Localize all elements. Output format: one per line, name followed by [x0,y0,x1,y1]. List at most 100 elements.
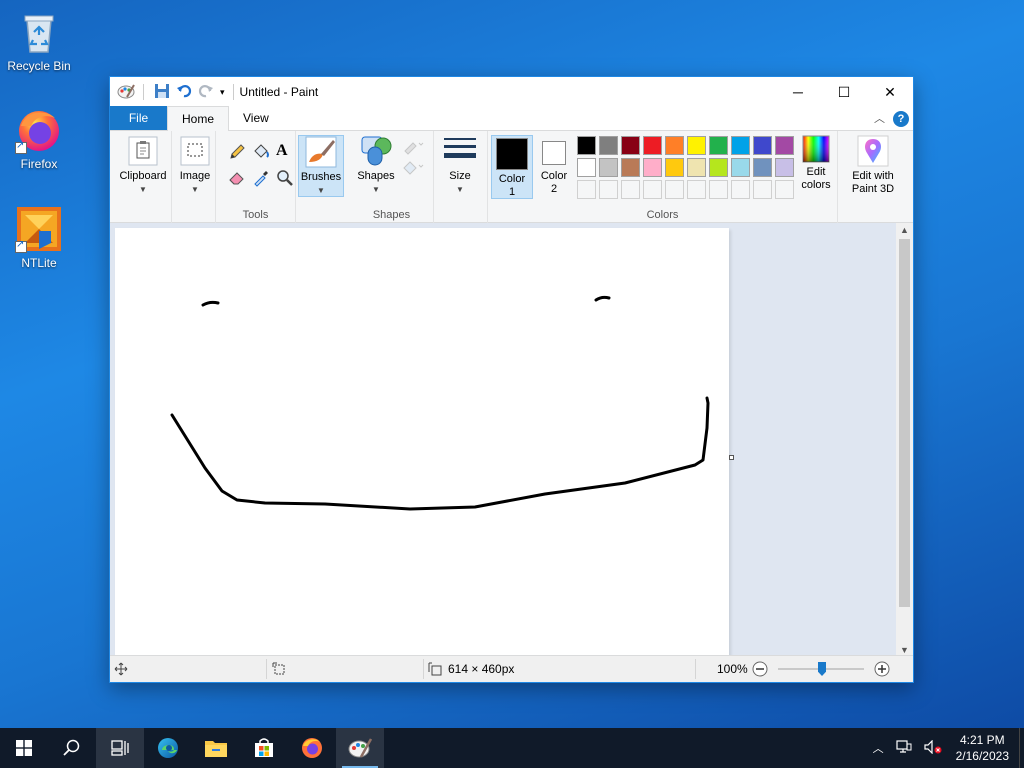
volume-muted-icon[interactable] [918,739,948,757]
zoom-out-button[interactable] [752,656,768,682]
taskbar-firefox[interactable] [288,728,336,768]
task-view-button[interactable] [96,728,144,768]
edit-colors-button[interactable]: Edit colors [796,135,836,199]
color1-swatch [496,138,528,170]
color-swatch[interactable] [599,136,618,155]
color-swatch[interactable] [599,158,618,177]
tab-home[interactable]: Home [167,106,230,131]
group-colors: Color 1 Color 2 Edit colors Colors [488,131,838,223]
custom-color-slot[interactable] [665,180,684,199]
color-swatch[interactable] [753,136,772,155]
drawing-canvas[interactable] [115,228,729,657]
pencil-icon[interactable] [228,143,246,161]
save-icon[interactable] [154,83,170,102]
brushes-button[interactable]: Brushes ▼ [298,135,344,197]
zoom-slider[interactable] [778,656,864,682]
color-swatch[interactable] [577,158,596,177]
taskbar-store[interactable] [240,728,288,768]
color-swatch[interactable] [731,136,750,155]
customize-toolbar-icon[interactable]: ▾ [220,87,225,98]
group-image: Image ▼ [174,131,216,223]
chevron-up-icon[interactable]: ︿ [867,740,890,756]
color-swatch[interactable] [687,158,706,177]
color-swatch[interactable] [687,136,706,155]
color-swatch[interactable] [775,158,794,177]
scrollbar-thumb[interactable] [899,239,910,607]
fill-bucket-icon[interactable] [252,143,270,161]
color-swatch[interactable] [709,158,728,177]
collapse-ribbon-icon[interactable]: ︿ [874,110,885,126]
magnifier-icon[interactable] [276,169,294,187]
tab-file[interactable]: File [110,106,167,130]
color2-button[interactable]: Color 2 [535,135,573,199]
size-label: Size [449,170,471,182]
desktop-icon-label: NTLite [21,256,57,270]
colors-group-label: Colors [646,209,679,221]
custom-color-slot[interactable] [599,180,618,199]
image-dimensions: 614 × 460px [428,656,514,682]
desktop-icon-label: Recycle Bin [7,59,71,73]
network-icon[interactable] [890,739,918,757]
fill-icon[interactable] [402,159,424,177]
firefox-icon [302,738,322,758]
close-button[interactable]: ✕ [867,77,913,107]
shapes-button[interactable]: Shapes ▼ [354,135,398,197]
desktop-icon-recycle-bin[interactable]: Recycle Bin [4,8,74,73]
custom-color-slot[interactable] [709,180,728,199]
color-swatch[interactable] [665,158,684,177]
color-swatch[interactable] [665,136,684,155]
color-swatch[interactable] [643,136,662,155]
desktop-icon-firefox[interactable]: Firefox [4,106,74,171]
paint3d-line1: Edit with [852,170,894,182]
zoom-in-button[interactable] [874,656,890,682]
clipboard-button[interactable]: Clipboard ▼ [116,135,170,207]
image-dimensions-text: 614 × 460px [448,662,515,676]
color-swatch[interactable] [577,136,596,155]
zoom-slider-thumb[interactable] [818,662,826,676]
taskbar-file-explorer[interactable] [192,728,240,768]
desktop-icon-ntlite[interactable]: NTLite [4,205,74,270]
color-swatch[interactable] [643,158,662,177]
color-picker-icon[interactable] [252,169,270,187]
minimize-button[interactable]: ─ [775,77,821,107]
eraser-icon[interactable] [228,169,246,187]
color-swatch[interactable] [731,158,750,177]
resize-handle-right[interactable] [729,455,734,460]
custom-color-slot[interactable] [643,180,662,199]
custom-color-slot[interactable] [731,180,750,199]
custom-color-slot[interactable] [753,180,772,199]
start-button[interactable] [0,728,48,768]
custom-color-slot[interactable] [577,180,596,199]
undo-icon[interactable] [176,83,192,102]
color-swatch[interactable] [621,158,640,177]
search-button[interactable] [48,728,96,768]
scroll-up-icon[interactable]: ▲ [896,225,913,235]
scroll-down-icon[interactable]: ▼ [896,645,913,655]
paint-app-icon[interactable] [117,83,135,102]
custom-color-slot[interactable] [687,180,706,199]
show-desktop-button[interactable] [1019,728,1024,768]
color-swatch[interactable] [709,136,728,155]
tab-view[interactable]: View [229,106,283,130]
color-swatch[interactable] [621,136,640,155]
help-icon[interactable]: ? [893,111,909,127]
image-button[interactable]: Image ▼ [176,135,214,207]
redo-icon[interactable] [198,83,214,102]
edit-with-paint3d-button[interactable]: Edit with Paint 3D [842,135,904,199]
color1-button[interactable]: Color 1 [491,135,533,199]
task-view-icon [111,740,129,756]
taskbar-edge[interactable] [144,728,192,768]
maximize-button[interactable]: ☐ [821,77,867,107]
color-swatch[interactable] [775,136,794,155]
text-tool-icon[interactable]: A [276,142,294,160]
ribbon-tabs: File Home View ︿ ? [110,106,913,131]
taskbar-paint[interactable] [336,728,384,768]
clock[interactable]: 4:21 PM 2/16/2023 [948,732,1019,764]
custom-color-slot[interactable] [621,180,640,199]
custom-color-slot[interactable] [775,180,794,199]
outline-icon[interactable] [402,137,424,155]
vertical-scrollbar[interactable]: ▲ ▼ [896,223,913,657]
shortcut-arrow-icon [15,140,27,154]
size-button[interactable]: Size ▼ [440,135,480,197]
color-swatch[interactable] [753,158,772,177]
